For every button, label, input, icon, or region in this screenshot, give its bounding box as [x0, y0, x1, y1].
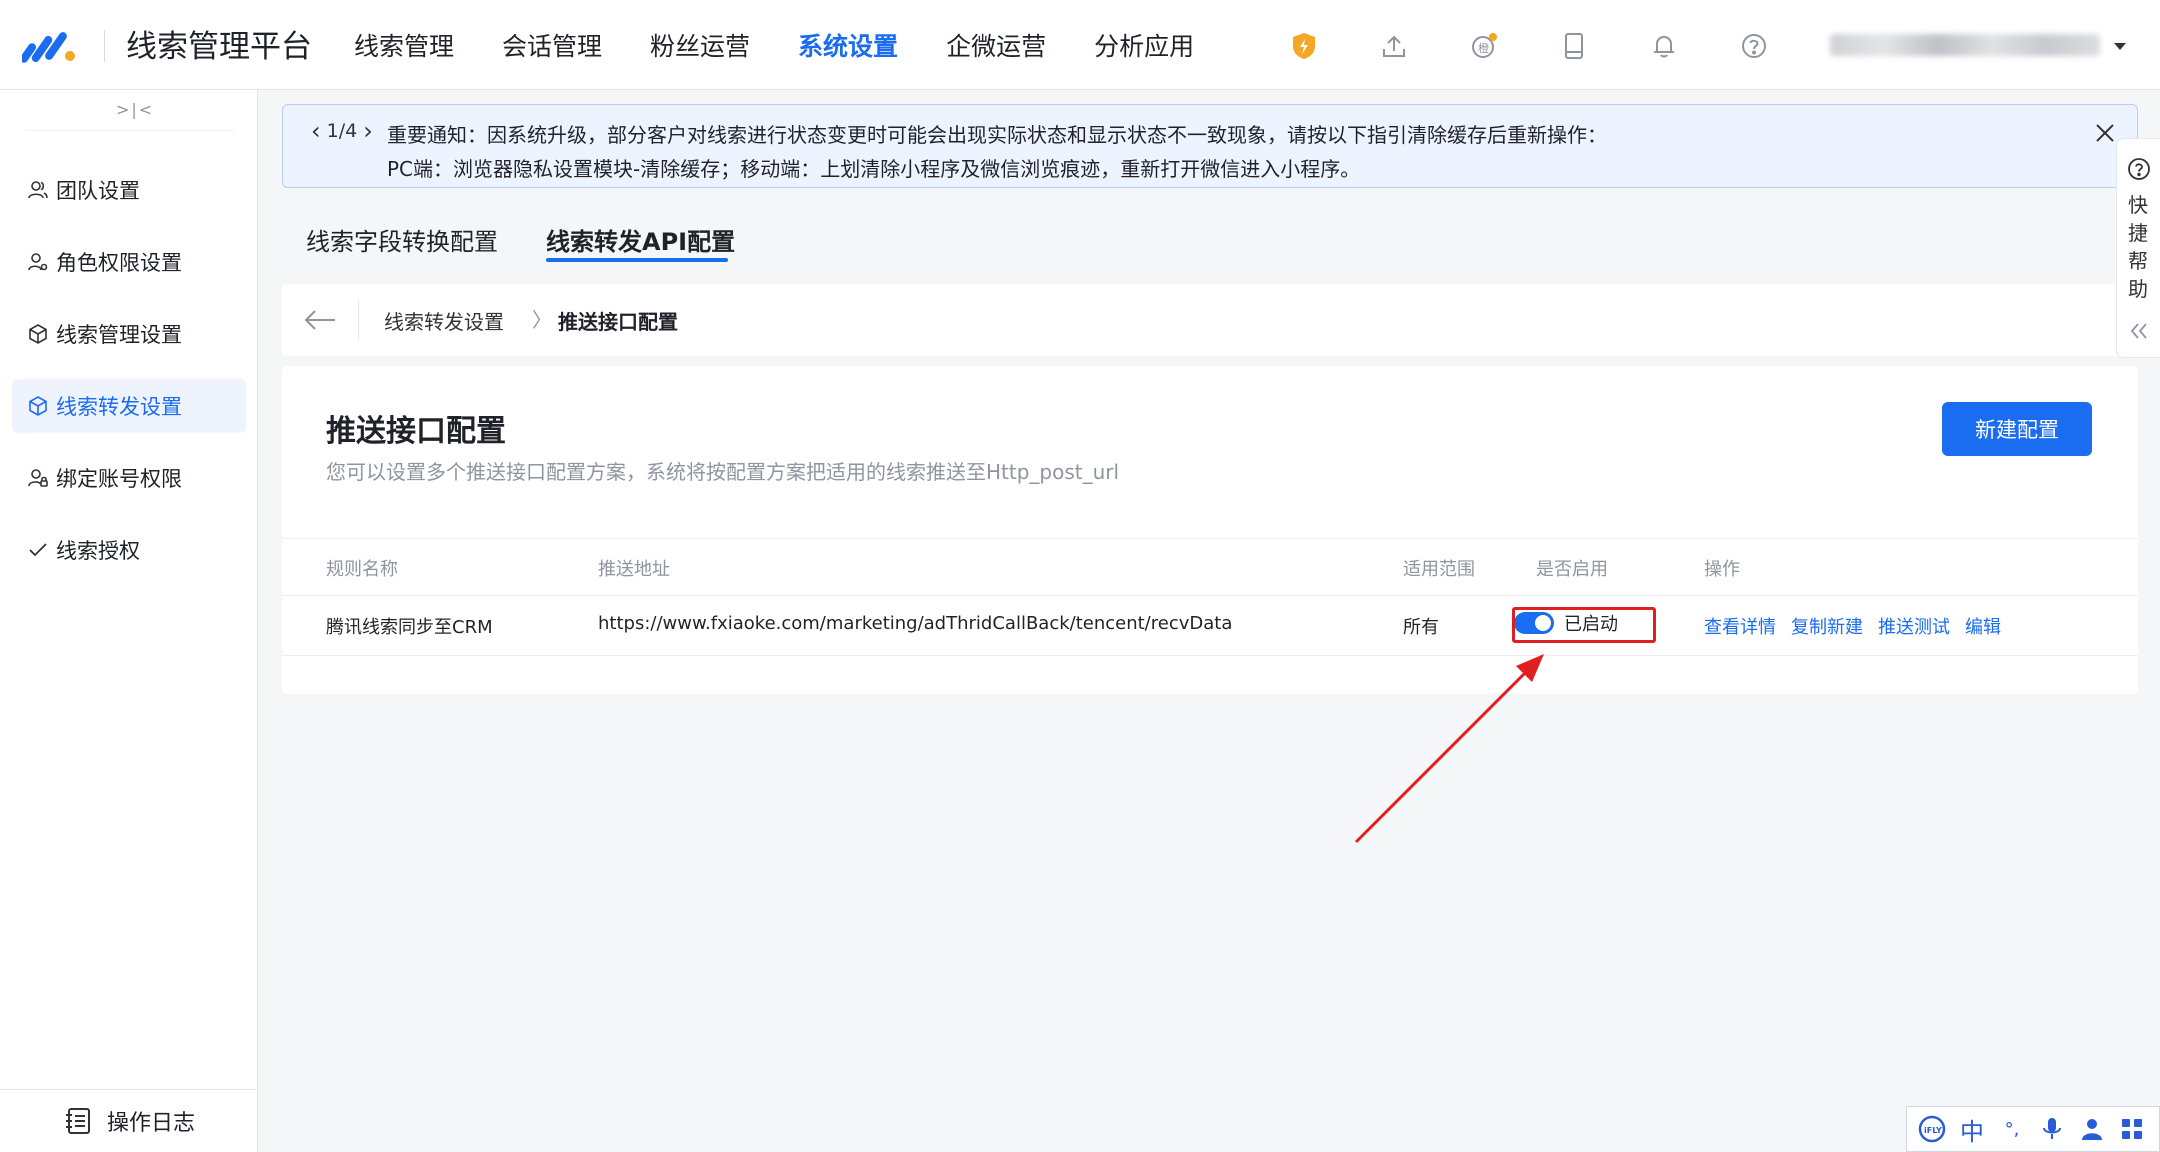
operation-log-label: 操作日志: [106, 1111, 195, 1136]
notice-text-line1: 重要通知：因系统升级，部分客户对线索进行状态变更时可能会出现实际状态和显示状态不…: [387, 123, 1607, 147]
caret-down-icon[interactable]: [2110, 36, 2130, 56]
help-circle-icon: [2128, 158, 2150, 180]
table-header: 规则名称 推送地址 适用范围 是否启用 操作: [282, 538, 2138, 596]
sidebar-item-lead-settings[interactable]: 线索管理设置: [12, 307, 246, 361]
nav-item-system-settings[interactable]: 系统设置: [798, 0, 898, 90]
push-url-cell: https://www.fxiaoke.com/marketing/adThri…: [598, 613, 1233, 634]
tab-forward-api[interactable]: 线索转发API配置: [546, 222, 735, 257]
grid-menu-icon[interactable]: [2115, 1112, 2149, 1146]
breadcrumb: 线索转发设置 〉 推送接口配置: [282, 284, 2138, 356]
check-icon: [24, 536, 52, 564]
annotation-arrow-icon: [1354, 654, 1544, 844]
cube-icon: [24, 320, 52, 348]
top-header: 线索管理平台 线索管理 会话管理 粉丝运营 系统设置 企微运营 分析应用 橙: [0, 0, 2160, 90]
sidebar: >|< 团队设置 角色权限设置 线索管理设置 线索转发设置 绑定账号权限 线索授…: [0, 90, 258, 1152]
breadcrumb-current: 推送接口配置: [558, 310, 678, 334]
sidebar-item-lead-authorization[interactable]: 线索授权: [12, 523, 246, 577]
scope-cell: 所有: [1403, 617, 1439, 638]
nav-item-analytics[interactable]: 分析应用: [1094, 0, 1194, 90]
edit-link[interactable]: 编辑: [1965, 613, 2001, 639]
push-test-link[interactable]: 推送测试: [1878, 613, 1950, 639]
nav-item-fans[interactable]: 粉丝运营: [650, 0, 750, 90]
sidebar-item-label: 线索授权: [56, 539, 140, 563]
view-details-link[interactable]: 查看详情: [1704, 613, 1776, 639]
lightning-shield-icon[interactable]: [1286, 28, 1322, 64]
team-icon: [24, 176, 52, 204]
breadcrumb-parent[interactable]: 线索转发设置: [384, 306, 504, 335]
table-row: 腾讯线索同步至CRM https://www.fxiaoke.com/marke…: [282, 596, 2138, 656]
ime-toolbar: iFLY 中 °,: [1906, 1106, 2160, 1152]
app-title: 线索管理平台: [126, 29, 312, 65]
chevron-right-icon[interactable]: ›: [363, 117, 373, 145]
notice-text-line2: PC端：浏览器隐私设置模块-清除缓存；移动端：上划清除小程序及微信浏览痕迹，重新…: [387, 157, 1361, 181]
cube-forward-icon: [24, 392, 52, 420]
sidebar-collapse-toggle[interactable]: >|<: [116, 100, 154, 119]
main-nav: 线索管理 会话管理 粉丝运营 系统设置 企微运营 分析应用: [354, 0, 1242, 90]
new-config-button[interactable]: 新建配置: [1942, 402, 2092, 456]
svg-text:橙: 橙: [1478, 41, 1489, 55]
logo-divider: [104, 30, 105, 62]
sidebar-item-label: 团队设置: [56, 179, 140, 203]
nav-item-conversations[interactable]: 会话管理: [502, 0, 602, 90]
breadcrumb-divider: [358, 300, 359, 340]
upload-icon[interactable]: [1376, 28, 1412, 64]
tab-field-conversion[interactable]: 线索字段转换配置: [306, 222, 498, 257]
help-icon[interactable]: [1736, 28, 1772, 64]
column-header-scope: 适用范围: [1403, 559, 1475, 580]
badge-icon[interactable]: 橙: [1466, 28, 1502, 64]
ime-punctuation-toggle[interactable]: °,: [1995, 1112, 2029, 1146]
breadcrumb-separator: 〉: [532, 308, 552, 332]
user-name-blurred[interactable]: [1830, 34, 2100, 56]
notice-pager: ‹ 1/4 ›: [305, 117, 379, 145]
column-header-rule-name: 规则名称: [326, 559, 398, 580]
active-tab-indicator: [546, 258, 728, 262]
chevron-left-icon[interactable]: ‹: [311, 117, 321, 145]
log-icon: [65, 1108, 90, 1134]
user-lock-icon: [24, 464, 52, 492]
nav-item-wecom[interactable]: 企微运营: [946, 0, 1046, 90]
quick-help-panel[interactable]: 快捷帮助: [2116, 138, 2160, 358]
logo-icon: [22, 32, 75, 63]
column-header-actions: 操作: [1704, 559, 1740, 580]
rule-name-cell: 腾讯线索同步至CRM: [326, 617, 493, 638]
copy-new-link[interactable]: 复制新建: [1791, 613, 1863, 639]
nav-item-leads[interactable]: 线索管理: [354, 0, 454, 90]
sidebar-item-account-binding[interactable]: 绑定账号权限: [12, 451, 246, 505]
notice-page-indicator: 1/4: [326, 120, 358, 142]
double-chevron-left-icon[interactable]: [2127, 319, 2151, 343]
sidebar-divider: [26, 130, 234, 131]
bell-icon[interactable]: [1646, 28, 1682, 64]
ifly-logo-icon[interactable]: iFLY: [1915, 1112, 1949, 1146]
column-header-push-url: 推送地址: [598, 559, 670, 580]
quick-help-label: 快捷帮助: [2128, 193, 2148, 301]
page-title: 推送接口配置: [326, 414, 506, 449]
back-arrow-icon[interactable]: [302, 304, 338, 336]
notice-banner: ‹ 1/4 › 重要通知：因系统升级，部分客户对线索进行状态变更时可能会出现实际…: [282, 104, 2138, 188]
page-description: 您可以设置多个推送接口配置方案，系统将按配置方案把适用的线索推送至Http_po…: [326, 460, 1120, 484]
push-config-card: 推送接口配置 您可以设置多个推送接口配置方案，系统将按配置方案把适用的线索推送至…: [282, 366, 2138, 694]
sidebar-item-lead-forwarding[interactable]: 线索转发设置: [12, 379, 246, 433]
microphone-icon[interactable]: [2035, 1112, 2069, 1146]
svg-text:iFLY: iFLY: [1924, 1126, 1942, 1135]
tablet-icon[interactable]: [1556, 28, 1592, 64]
sidebar-item-label: 角色权限设置: [56, 251, 182, 275]
sidebar-item-label: 绑定账号权限: [56, 467, 182, 491]
role-icon: [24, 248, 52, 276]
sidebar-item-label: 线索管理设置: [56, 323, 182, 347]
column-header-enabled: 是否启用: [1536, 559, 1608, 580]
operation-log-button[interactable]: 操作日志: [0, 1089, 258, 1152]
sidebar-item-team[interactable]: 团队设置: [12, 163, 246, 217]
ime-mode-chinese[interactable]: 中: [1955, 1112, 1989, 1146]
sidebar-item-label: 线索转发设置: [56, 395, 182, 419]
highlight-annotation-box: [1512, 607, 1656, 643]
user-icon[interactable]: [2075, 1112, 2109, 1146]
sidebar-item-roles[interactable]: 角色权限设置: [12, 235, 246, 289]
close-icon[interactable]: [2091, 119, 2119, 147]
